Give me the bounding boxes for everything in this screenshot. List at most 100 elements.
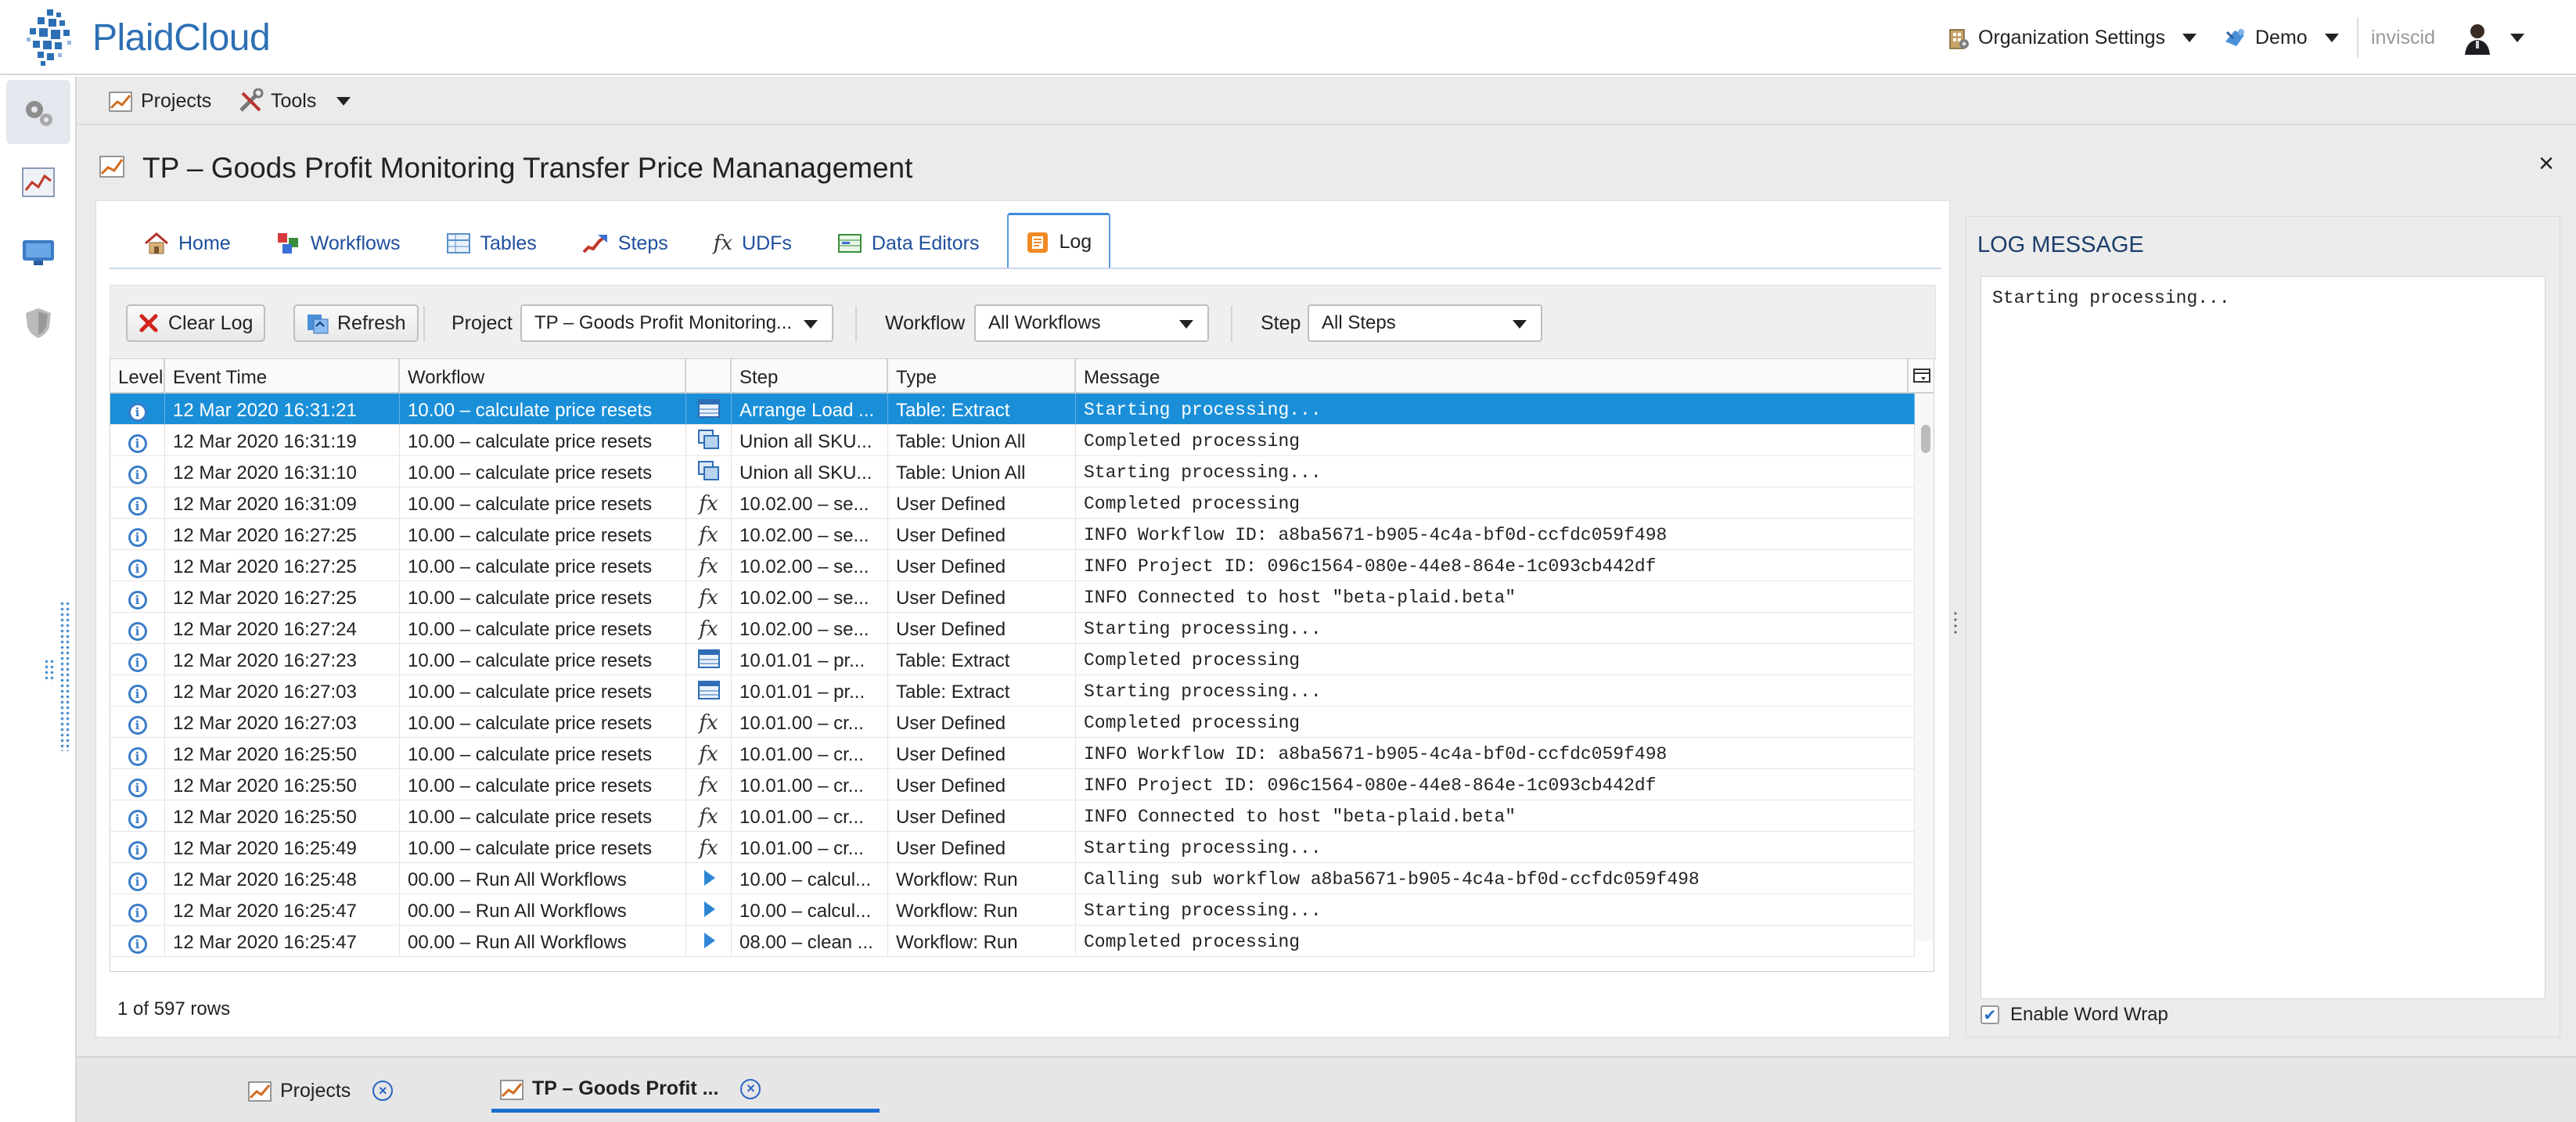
message-cell: INFO Project ID: 096c1564-080e-44e8-864e… — [1076, 769, 1915, 800]
clear-log-button[interactable]: Clear Log — [126, 304, 266, 342]
info-icon: i — [128, 497, 147, 516]
column-header-step-icon[interactable] — [686, 359, 732, 394]
table-row[interactable]: i 12 Mar 2020 16:27:24 10.00 – calculate p… — [110, 613, 1915, 644]
step-cell: 10.02.00 – se... — [732, 581, 888, 613]
table-row[interactable]: i 12 Mar 2020 16:25:47 00.00 – Run All Wor… — [110, 926, 1915, 957]
step-type-cell — [686, 863, 732, 894]
workspace-icon — [2225, 29, 2244, 46]
table-row[interactable]: i 12 Mar 2020 16:27:03 10.00 – calculate p… — [110, 707, 1915, 738]
close-icon[interactable]: × — [2538, 149, 2554, 179]
table-row[interactable]: i 12 Mar 2020 16:25:50 10.00 – calculate p… — [110, 800, 1915, 832]
close-tab-icon[interactable]: × — [372, 1081, 394, 1101]
message-cell: Starting processing... — [1076, 894, 1915, 926]
table-row[interactable]: i 12 Mar 2020 16:31:19 10.00 – calculate p… — [110, 425, 1915, 456]
gears-icon — [26, 101, 52, 126]
rail-resize-handle[interactable] — [59, 601, 70, 751]
tab-tables[interactable]: Tables — [429, 218, 554, 269]
info-icon: i — [128, 434, 147, 453]
rail-security-button[interactable] — [6, 291, 70, 355]
workspace-menu[interactable]: Demo — [2222, 19, 2339, 56]
word-wrap-checkbox[interactable]: ✔ — [1981, 1005, 1999, 1024]
projects-label: Projects — [141, 89, 212, 112]
type-cell: User Defined — [888, 707, 1076, 738]
table-row[interactable]: i 12 Mar 2020 16:25:48 00.00 – Run All Wor… — [110, 863, 1915, 894]
log-message-box[interactable]: Starting processing... — [1981, 276, 2545, 999]
log-grid: Level Event Time Workflow Step Type Mess… — [110, 358, 1934, 972]
refresh-label: Refresh — [337, 311, 406, 334]
info-icon: i — [128, 716, 147, 735]
table-row[interactable]: i 12 Mar 2020 16:25:49 10.00 – calculate p… — [110, 832, 1915, 863]
main-toolbar: Projects Tools — [77, 77, 2576, 125]
step-cell: 10.01.00 – cr... — [732, 832, 888, 863]
column-header-message[interactable]: Message — [1076, 359, 1909, 394]
table-row[interactable]: i 12 Mar 2020 16:31:21 10.00 – calculate p… — [110, 394, 1915, 425]
table-row[interactable]: i 12 Mar 2020 16:27:25 10.00 – calculate p… — [110, 581, 1915, 613]
user-menu[interactable] — [2462, 19, 2524, 56]
panel-splitter[interactable] — [1954, 610, 1957, 634]
step-cell: 10.01.00 – cr... — [732, 738, 888, 769]
table-row[interactable]: i 12 Mar 2020 16:27:25 10.00 – calculate p… — [110, 550, 1915, 581]
level-cell: i — [110, 487, 165, 519]
organization-settings-menu[interactable]: Organization Settings — [1947, 19, 2197, 56]
column-header-step[interactable]: Step — [732, 359, 888, 394]
rail-dashboard-button[interactable] — [6, 150, 70, 214]
time-cell: 12 Mar 2020 16:25:50 — [165, 769, 400, 800]
workflow-cell: 10.00 – calculate price resets — [400, 394, 686, 425]
plaidcloud-logo[interactable]: PlaidCloud — [23, 6, 271, 69]
step-cell: 10.01.01 – pr... — [732, 644, 888, 675]
time-cell: 12 Mar 2020 16:27:24 — [165, 613, 400, 644]
tab-home[interactable]: Home — [127, 218, 248, 269]
type-cell: Workflow: Run — [888, 926, 1076, 957]
run-icon — [698, 899, 720, 925]
column-header-type[interactable]: Type — [888, 359, 1076, 394]
bottom-tab-current-project[interactable]: TP – Goods Profit ... × — [491, 1069, 880, 1113]
tab-data-editors[interactable]: Data Editors — [820, 218, 997, 269]
rail-document-button[interactable] — [6, 221, 70, 285]
table-row[interactable]: i 12 Mar 2020 16:31:09 10.00 – calculate p… — [110, 487, 1915, 519]
close-tab-icon[interactable]: × — [740, 1078, 761, 1099]
step-select[interactable]: All Steps — [1308, 304, 1542, 342]
tab-workflows[interactable]: Workflows — [259, 218, 418, 269]
rail-collapse-handle[interactable] — [44, 659, 56, 682]
column-header-level[interactable]: Level — [110, 359, 165, 394]
message-cell: Starting processing... — [1076, 456, 1915, 487]
table-row[interactable]: i 12 Mar 2020 16:27:03 10.00 – calculate p… — [110, 675, 1915, 707]
tab-log[interactable]: Log — [1007, 213, 1111, 269]
step-cell: 10.01.00 – cr... — [732, 800, 888, 832]
table-row[interactable]: i 12 Mar 2020 16:25:47 00.00 – Run All Wor… — [110, 894, 1915, 926]
level-cell: i — [110, 394, 165, 425]
time-cell: 12 Mar 2020 16:25:47 — [165, 926, 400, 957]
rail-analyze-button[interactable] — [6, 80, 70, 144]
info-icon: i — [128, 841, 147, 860]
tab-home-label: Home — [178, 232, 231, 254]
word-wrap-toggle[interactable]: ✔ Enable Word Wrap — [1981, 1004, 2168, 1026]
refresh-button[interactable]: Refresh — [293, 304, 419, 342]
table-row[interactable]: i 12 Mar 2020 16:25:50 10.00 – calculate p… — [110, 769, 1915, 800]
projects-button[interactable]: Projects — [108, 85, 211, 117]
workflow-select[interactable]: All Workflows — [974, 304, 1209, 342]
chevron-down-icon — [2510, 33, 2524, 42]
time-cell: 12 Mar 2020 16:27:03 — [165, 675, 400, 707]
table-row[interactable]: i 12 Mar 2020 16:27:25 10.00 – calculate p… — [110, 519, 1915, 550]
tools-icon — [239, 88, 264, 112]
step-cell: 10.01.00 – cr... — [732, 707, 888, 738]
table-row[interactable]: i 12 Mar 2020 16:27:23 10.00 – calculate p… — [110, 644, 1915, 675]
grid-vertical-scroll-thumb[interactable] — [1921, 425, 1930, 453]
project-select[interactable]: TP – Goods Profit Monitoring... — [520, 304, 833, 342]
column-header-event-time[interactable]: Event Time — [165, 359, 400, 394]
bottom-tab-projects[interactable]: Projects × — [247, 1069, 394, 1113]
time-cell: 12 Mar 2020 16:31:19 — [165, 425, 400, 456]
tab-steps[interactable]: Steps — [565, 218, 685, 269]
grid-vertical-scrollbar[interactable] — [1915, 394, 1934, 941]
tools-menu[interactable]: Tools — [238, 85, 351, 117]
info-icon: i — [128, 904, 147, 922]
table-row[interactable]: i 12 Mar 2020 16:31:10 10.00 – calculate p… — [110, 456, 1915, 487]
info-icon: i — [128, 653, 147, 672]
table-row[interactable]: i 12 Mar 2020 16:25:50 10.00 – calculate p… — [110, 738, 1915, 769]
column-header-workflow[interactable]: Workflow — [400, 359, 686, 394]
workflow-cell: 10.00 – calculate price resets — [400, 738, 686, 769]
tab-udfs[interactable]: fx UDFs — [696, 218, 809, 269]
column-picker-button[interactable] — [1909, 359, 1934, 394]
type-cell: User Defined — [888, 487, 1076, 519]
type-cell: User Defined — [888, 769, 1076, 800]
